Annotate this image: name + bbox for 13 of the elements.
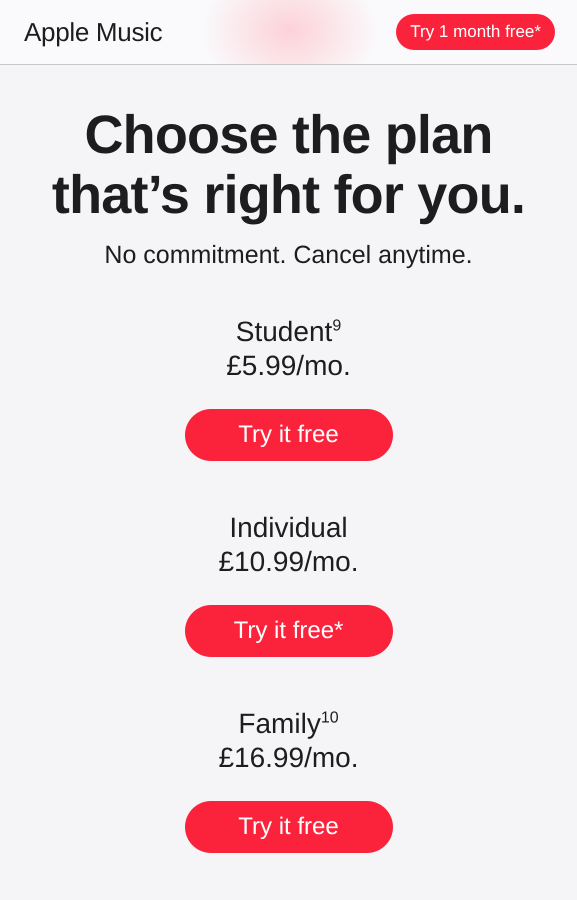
try-free-button[interactable]: Try it free — [184, 409, 392, 461]
plan-name: Individual — [229, 511, 348, 545]
page-subheadline: No commitment. Cancel anytime. — [103, 240, 474, 271]
plan-price: £16.99/mo. — [218, 741, 359, 775]
page-headline: Choose the plan that’s right for you. — [50, 105, 526, 225]
try-free-button[interactable]: Try it free — [184, 801, 392, 853]
plan-name: Family$^{10}$ — [238, 707, 339, 741]
app-title: Apple Music — [24, 16, 162, 48]
free-trial-button[interactable]: Try 1 month free* — [396, 14, 555, 50]
plan-name: Student$^{9}$ — [236, 315, 342, 349]
try-free-button[interactable]: Try it free* — [184, 605, 392, 657]
plan-price: £5.99/mo. — [226, 349, 351, 383]
plan-price: £10.99/mo. — [218, 545, 359, 579]
